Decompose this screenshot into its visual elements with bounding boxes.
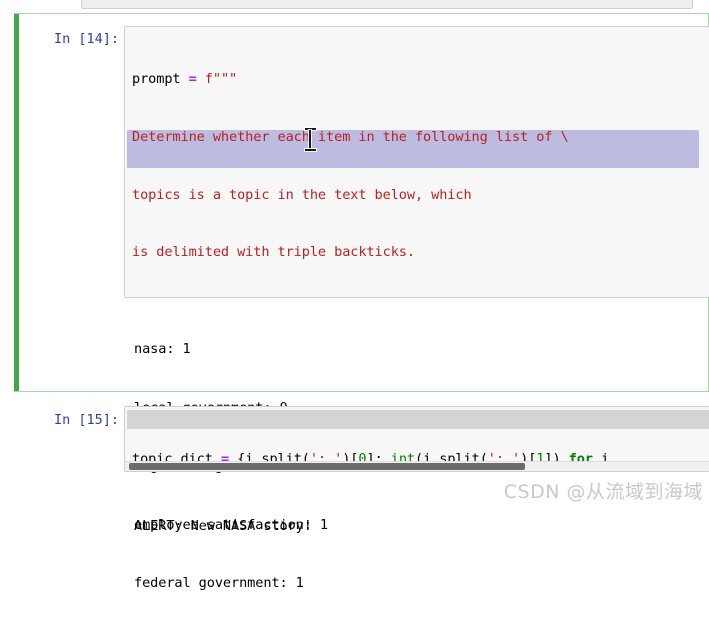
cell-prompt-label-15: In [15]: bbox=[53, 412, 119, 428]
code-line: topics is a topic in the text below, whi… bbox=[132, 186, 472, 203]
code-input-area-14[interactable]: prompt = f""" Determine whether each ite… bbox=[124, 26, 709, 298]
code-text-14[interactable]: prompt = f""" Determine whether each ite… bbox=[132, 32, 569, 297]
code-line: Determine whether each item in the follo… bbox=[132, 129, 569, 145]
notebook-viewport: In [14]: prompt = f""" Determine whether… bbox=[0, 0, 709, 591]
csdn-watermark: CSDN @从流域到海域 bbox=[503, 481, 703, 503]
previous-cell-stub bbox=[81, 0, 693, 9]
horizontal-scrollbar-thumb[interactable] bbox=[129, 463, 525, 470]
code-line: prompt = f""" bbox=[132, 71, 238, 88]
output-line: nasa: 1 bbox=[134, 341, 191, 357]
output-line: federal government: 1 bbox=[134, 575, 304, 591]
notebook-cell-14[interactable]: In [14]: prompt = f""" Determine whether… bbox=[14, 13, 709, 591]
code-input-area-15[interactable]: topic_dict = {i.split(': ')[0]: int(i.sp… bbox=[124, 406, 709, 472]
cell-selected-indicator-bar bbox=[14, 13, 19, 392]
output-line: ALERT: New NASA story! bbox=[134, 518, 312, 534]
cell-prompt-label-14: In [14]: bbox=[53, 31, 119, 47]
code-line: is delimited with triple backticks. bbox=[132, 244, 415, 261]
